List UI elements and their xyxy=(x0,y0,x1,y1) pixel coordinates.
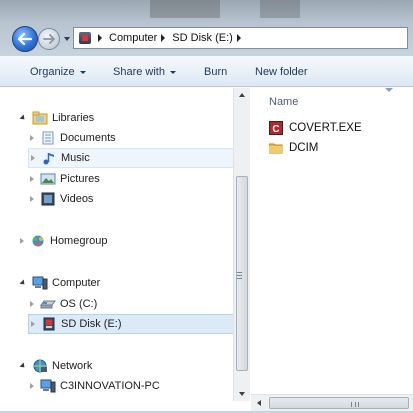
organize-label: Organize xyxy=(30,66,75,78)
sidebar-item-label: Music xyxy=(61,152,90,164)
scroll-up-icon[interactable] xyxy=(239,93,245,97)
expand-arrow-icon[interactable] xyxy=(31,155,35,161)
scroll-left-icon[interactable] xyxy=(257,400,261,406)
sidebar-item-computer[interactable]: Computer xyxy=(19,273,101,293)
scrollbar-grip-icon xyxy=(351,402,359,407)
sidebar-item-label: SD Disk (E:) xyxy=(61,318,122,330)
sidebar-item-documents[interactable]: Documents xyxy=(30,128,116,148)
expand-arrow-icon[interactable] xyxy=(19,114,27,122)
forward-arrow-icon xyxy=(43,34,55,44)
sidebar-item-libraries[interactable]: Libraries xyxy=(19,108,95,128)
folder-icon xyxy=(268,141,283,155)
share-with-button[interactable]: Share with xyxy=(113,66,176,78)
sidebar-item-network[interactable]: Network xyxy=(19,356,93,376)
chevron-down-icon xyxy=(79,70,86,74)
scrollbar-thumb[interactable] xyxy=(269,397,409,409)
expand-arrow-icon[interactable] xyxy=(30,176,34,182)
sidebar-item-label: Videos xyxy=(60,193,94,205)
new-folder-button[interactable]: New folder xyxy=(255,66,308,78)
sidebar-item-pc[interactable]: C3INNOVATION-PC xyxy=(30,376,160,396)
file-name: COVERT.EXE xyxy=(289,122,362,134)
breadcrumb-separator-icon[interactable] xyxy=(161,34,166,42)
pictures-icon xyxy=(40,172,56,186)
scrollbar-grip-icon xyxy=(237,272,242,279)
address-bar[interactable]: Computer SD Disk (E:) xyxy=(73,27,408,49)
share-with-label: Share with xyxy=(113,66,165,78)
burn-button[interactable]: Burn xyxy=(204,66,227,78)
expand-arrow-icon[interactable] xyxy=(30,196,34,202)
scroll-down-icon[interactable] xyxy=(239,392,245,396)
sidebar-item-label: Homegroup xyxy=(50,235,108,247)
file-list-scrollbar[interactable] xyxy=(251,394,413,411)
sidebar-item-homegroup[interactable]: Homegroup xyxy=(20,231,107,251)
homegroup-icon xyxy=(30,234,46,248)
videos-icon xyxy=(40,192,56,206)
sidebar-item-label: Computer xyxy=(52,277,101,289)
computer-icon xyxy=(40,379,56,393)
sidebar-item-label: C3INNOVATION-PC xyxy=(60,380,160,392)
titlebar-background xyxy=(150,0,220,18)
expand-arrow-icon[interactable] xyxy=(20,238,24,244)
expand-arrow-icon[interactable] xyxy=(31,321,35,327)
sidebar-item-label: Pictures xyxy=(60,173,100,185)
expand-arrow-icon[interactable] xyxy=(30,301,34,307)
sidebar-item-label: Libraries xyxy=(52,112,95,124)
file-list: Name C COVERT.EXE DCIM xyxy=(251,88,413,401)
navigation-pane: Libraries Documents Music Pictures Video… xyxy=(0,88,234,401)
command-bar: Organize Share with Burn New folder xyxy=(0,56,413,87)
documents-icon xyxy=(40,131,56,145)
expand-arrow-icon[interactable] xyxy=(30,135,34,141)
sort-arrow-icon xyxy=(385,88,393,92)
sidebar-item-os-drive[interactable]: OS (C:) xyxy=(30,294,97,314)
navigation-pane-scrollbar[interactable] xyxy=(233,88,250,401)
sidebar-item-label: OS (C:) xyxy=(60,298,98,310)
drive-icon xyxy=(79,32,91,44)
sidebar-item-sd-disk[interactable]: SD Disk (E:) xyxy=(28,314,234,334)
breadcrumb-sd-disk[interactable]: SD Disk (E:) xyxy=(171,32,234,44)
expand-arrow-icon[interactable] xyxy=(19,279,27,287)
network-icon xyxy=(32,359,48,373)
titlebar-background xyxy=(260,0,300,18)
forward-button[interactable] xyxy=(38,28,60,50)
sd-card-icon xyxy=(41,317,57,331)
sidebar-item-music[interactable]: Music xyxy=(28,148,234,168)
svg-text:C: C xyxy=(272,124,279,135)
exe-icon: C xyxy=(269,121,283,135)
file-row-covert-exe[interactable]: C COVERT.EXE xyxy=(269,119,362,137)
music-icon xyxy=(41,151,57,165)
libraries-icon xyxy=(32,111,48,125)
breadcrumb-computer[interactable]: Computer xyxy=(108,32,158,44)
sidebar-item-pictures[interactable]: Pictures xyxy=(30,169,100,189)
expand-arrow-icon[interactable] xyxy=(30,383,34,389)
chevron-down-icon xyxy=(169,70,176,74)
hard-drive-icon xyxy=(40,297,56,311)
file-row-dcim[interactable]: DCIM xyxy=(268,139,319,157)
column-header-name[interactable]: Name xyxy=(269,96,298,108)
sidebar-item-label: Documents xyxy=(60,132,116,144)
sidebar-item-videos[interactable]: Videos xyxy=(30,189,93,209)
computer-icon xyxy=(32,276,48,290)
breadcrumb-separator-icon[interactable] xyxy=(98,34,102,42)
breadcrumb-separator-icon[interactable] xyxy=(236,34,241,42)
back-button[interactable] xyxy=(12,26,38,52)
window-titlebar: Computer SD Disk (E:) xyxy=(0,0,413,56)
organize-button[interactable]: Organize xyxy=(30,66,86,78)
recent-pages-dropdown[interactable] xyxy=(64,37,70,41)
back-arrow-icon xyxy=(18,33,32,45)
file-name: DCIM xyxy=(289,142,319,154)
expand-arrow-icon[interactable] xyxy=(19,362,27,370)
sidebar-item-label: Network xyxy=(52,360,93,372)
new-folder-label: New folder xyxy=(255,66,308,78)
burn-label: Burn xyxy=(204,66,228,78)
